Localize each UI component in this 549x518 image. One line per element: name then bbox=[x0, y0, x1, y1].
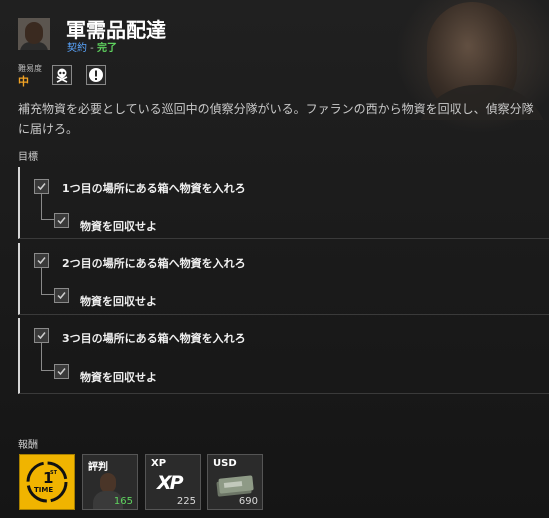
objectives-list: 1つ目の場所にある箱へ物資を入れろ 物資を回収せよ 2つ目の場所にある箱へ物資を… bbox=[18, 167, 549, 394]
objective-main-text: 3つ目の場所にある箱へ物資を入れろ bbox=[62, 332, 246, 345]
subobjective-checkbox bbox=[54, 364, 69, 379]
contract-type-label: 契約 bbox=[67, 43, 87, 54]
mission-description: 補充物資を必要としている巡回中の偵察分隊がいる。ファランの西から物資を回収し、偵… bbox=[18, 102, 534, 136]
xp-title: XP bbox=[151, 458, 167, 469]
rewards-label: 報酬 bbox=[18, 440, 38, 451]
objective-group: 3つ目の場所にある箱へ物資を入れろ 物資を回収せよ bbox=[18, 318, 549, 394]
reward-usd[interactable]: USD 690 bbox=[207, 454, 263, 510]
objective-checkbox bbox=[34, 179, 49, 194]
reputation-title: 評判 bbox=[88, 462, 108, 473]
objective-main-text: 2つ目の場所にある箱へ物資を入れろ bbox=[62, 257, 246, 270]
subobjective-text: 物資を回収せよ bbox=[80, 371, 157, 384]
subobjective-checkbox bbox=[54, 213, 69, 228]
cash-stack-icon bbox=[216, 475, 254, 497]
tree-connector bbox=[41, 343, 54, 371]
objective-group: 2つ目の場所にある箱へ物資を入れろ 物資を回収せよ bbox=[18, 243, 549, 315]
objective-checkbox bbox=[34, 253, 49, 268]
reward-reputation[interactable]: 評判 165 bbox=[82, 454, 138, 510]
reward-xp[interactable]: XP XP 225 bbox=[145, 454, 201, 510]
difficulty-value: 中 bbox=[18, 75, 29, 88]
xp-amount: 225 bbox=[176, 496, 196, 507]
subobjective-checkbox bbox=[54, 288, 69, 303]
objective-group: 1つ目の場所にある箱へ物資を入れろ 物資を回収せよ bbox=[18, 167, 549, 239]
first-time-suffix: ST bbox=[50, 470, 58, 476]
contact-avatar bbox=[18, 18, 50, 50]
subobjective-text: 物資を回収せよ bbox=[80, 220, 157, 233]
tree-connector bbox=[41, 268, 54, 295]
first-time-label: TIME bbox=[34, 486, 53, 494]
alert-icon[interactable] bbox=[86, 65, 106, 85]
reward-first-time[interactable]: 1 ST TIME bbox=[19, 454, 75, 510]
tree-connector bbox=[41, 194, 54, 220]
subobjective-text: 物資を回収せよ bbox=[80, 295, 157, 308]
first-time-icon: 1 ST TIME bbox=[26, 461, 68, 503]
skull-crossbones-icon[interactable] bbox=[52, 65, 72, 85]
xp-logo: XP bbox=[157, 472, 184, 494]
objective-checkbox bbox=[34, 328, 49, 343]
objectives-label: 目標 bbox=[18, 152, 38, 163]
mission-status: 完了 bbox=[96, 43, 117, 54]
objective-main-text: 1つ目の場所にある箱へ物資を入れろ bbox=[62, 182, 246, 195]
status-separator: - bbox=[87, 43, 97, 54]
usd-title: USD bbox=[213, 458, 237, 469]
mission-status-line: 契約 - 完了 bbox=[67, 39, 117, 54]
usd-amount: 690 bbox=[238, 496, 258, 507]
reputation-amount: 165 bbox=[113, 496, 133, 507]
